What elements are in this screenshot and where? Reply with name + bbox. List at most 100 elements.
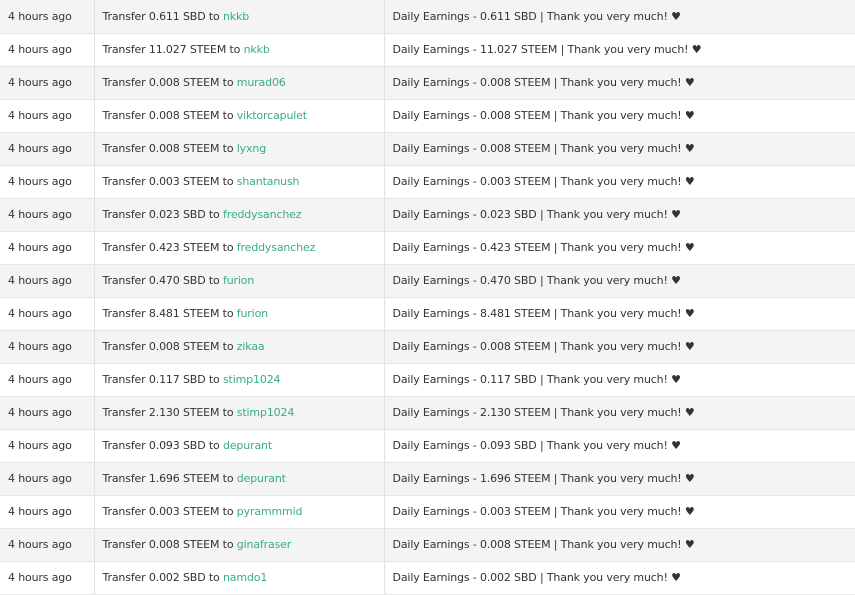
transfer-description: Transfer 0.008 STEEM to zikaa bbox=[94, 330, 385, 364]
memo: Daily Earnings - 0.003 STEEM | Thank you… bbox=[384, 165, 855, 199]
recipient-link[interactable]: stimp1024 bbox=[223, 373, 281, 386]
timestamp: 4 hours ago bbox=[0, 429, 95, 463]
table-row: 4 hours ago Transfer 0.008 STEEM to lyxng… bbox=[0, 132, 855, 166]
timestamp: 4 hours ago bbox=[0, 297, 95, 331]
table-row: 4 hours ago Transfer 0.423 STEEM to fredd… bbox=[0, 231, 855, 265]
recipient-link[interactable]: furion bbox=[237, 307, 268, 320]
timestamp: 4 hours ago bbox=[0, 495, 95, 529]
memo: Daily Earnings - 0.008 STEEM | Thank you… bbox=[384, 132, 855, 166]
table-row: 4 hours ago Transfer 8.481 STEEM to furio… bbox=[0, 297, 855, 331]
transfer-text: Transfer 0.023 SBD to bbox=[102, 208, 220, 221]
transfer-text: Transfer 0.611 SBD to bbox=[102, 9, 220, 23]
memo: Daily Earnings - 2.130 STEEM | Thank you… bbox=[384, 396, 855, 430]
transfer-description: Transfer 0.093 SBD to depurant bbox=[94, 429, 385, 463]
table-row: 4 hours ago Transfer 0.470 SBD to furion D… bbox=[0, 264, 855, 298]
memo: Daily Earnings - 0.008 STEEM | Thank you… bbox=[384, 99, 855, 133]
transfer-history-table: 4 hours ago Transfer 0.611 SBD to nkkb Dai… bbox=[0, 0, 855, 595]
transfer-description: Transfer 0.470 SBD to furion bbox=[94, 264, 385, 298]
timestamp: 4 hours ago bbox=[0, 99, 95, 133]
transfer-description: Transfer 0.023 SBD to freddysanchez bbox=[94, 198, 385, 232]
transfer-description: Transfer 11.027 STEEM to nkkb bbox=[94, 33, 385, 67]
memo: Daily Earnings - 0.002 SBD | Thank you v… bbox=[384, 561, 855, 595]
memo: Daily Earnings - 0.611 SBD | Thank you v… bbox=[384, 0, 855, 34]
table-row: 4 hours ago Transfer 0.611 SBD to nkkb Dai… bbox=[0, 0, 855, 34]
table-row: 4 hours ago Transfer 0.117 SBD to stimp10… bbox=[0, 363, 855, 397]
memo: Daily Earnings - 0.423 STEEM | Thank you… bbox=[384, 231, 855, 265]
timestamp: 4 hours ago bbox=[0, 264, 95, 298]
table-row: 4 hours ago Transfer 0.003 STEEM to shant… bbox=[0, 165, 855, 199]
transfer-text: Transfer 0.117 SBD to bbox=[102, 373, 220, 386]
timestamp: 4 hours ago bbox=[0, 198, 95, 232]
transfer-text: Transfer 0.093 SBD to bbox=[102, 439, 220, 452]
table-row: 4 hours ago Transfer 0.023 SBD to freddys… bbox=[0, 198, 855, 232]
recipient-link[interactable]: freddysanchez bbox=[237, 241, 316, 254]
timestamp: 4 hours ago bbox=[0, 330, 95, 364]
recipient-link[interactable]: ginafraser bbox=[237, 538, 292, 551]
transfer-text: Transfer 11.027 STEEM to bbox=[102, 43, 241, 56]
recipient-link[interactable]: depurant bbox=[237, 472, 286, 485]
memo: Daily Earnings - 0.008 STEEM | Thank you… bbox=[384, 66, 855, 100]
timestamp: 4 hours ago bbox=[0, 528, 95, 562]
table-row: 4 hours ago Transfer 0.008 STEEM to vikto… bbox=[0, 99, 855, 133]
recipient-link[interactable]: stimp1024 bbox=[237, 406, 295, 419]
recipient-link[interactable]: shantanush bbox=[237, 175, 300, 188]
timestamp: 4 hours ago bbox=[0, 363, 95, 397]
table-row: 4 hours ago Transfer 0.008 STEEM to ginaf… bbox=[0, 528, 855, 562]
memo: Daily Earnings - 0.008 STEEM | Thank you… bbox=[384, 528, 855, 562]
timestamp: 4 hours ago bbox=[0, 231, 95, 265]
transfer-description: Transfer 8.481 STEEM to furion bbox=[94, 297, 385, 331]
recipient-link[interactable]: namdo1 bbox=[223, 571, 267, 584]
memo: Daily Earnings - 0.117 SBD | Thank you v… bbox=[384, 363, 855, 397]
transfer-description: Transfer 0.117 SBD to stimp1024 bbox=[94, 363, 385, 397]
memo: Daily Earnings - 0.003 STEEM | Thank you… bbox=[384, 495, 855, 529]
recipient-link[interactable]: murad06 bbox=[237, 76, 286, 89]
memo: Daily Earnings - 0.023 SBD | Thank you v… bbox=[384, 198, 855, 232]
table-row: 4 hours ago Transfer 2.130 STEEM to stimp… bbox=[0, 396, 855, 430]
recipient-link[interactable]: freddysanchez bbox=[223, 208, 302, 221]
timestamp: 4 hours ago bbox=[0, 462, 95, 496]
table-row: 4 hours ago Transfer 11.027 STEEM to nkkb… bbox=[0, 33, 855, 67]
recipient-link[interactable]: viktorcapulet bbox=[237, 109, 307, 122]
transfer-text: Transfer 2.130 STEEM to bbox=[102, 406, 234, 419]
transfer-text: Transfer 0.470 SBD to bbox=[102, 274, 220, 287]
recipient-link[interactable]: depurant bbox=[223, 439, 272, 452]
table-row: 4 hours ago Transfer 0.008 STEEM to zikaa… bbox=[0, 330, 855, 364]
recipient-link[interactable]: pyrammmid bbox=[237, 505, 303, 518]
recipient-link[interactable]: furion bbox=[223, 274, 254, 287]
timestamp: 4 hours ago bbox=[0, 33, 95, 67]
transfer-text: Transfer 8.481 STEEM to bbox=[102, 307, 234, 320]
recipient-link[interactable]: lyxng bbox=[237, 142, 266, 155]
memo: Daily Earnings - 1.696 STEEM | Thank you… bbox=[384, 462, 855, 496]
transfer-description: Transfer 0.008 STEEM to viktorcapulet bbox=[94, 99, 385, 133]
timestamp: 4 hours ago bbox=[0, 66, 95, 100]
recipient-link[interactable]: nkkb bbox=[244, 43, 270, 56]
transfer-description: Transfer 0.008 STEEM to murad06 bbox=[94, 66, 385, 100]
table-row: 4 hours ago Transfer 0.002 SBD to namdo1 D… bbox=[0, 561, 855, 595]
transfer-description: Transfer 0.002 SBD to namdo1 bbox=[94, 561, 385, 595]
table-row: 4 hours ago Transfer 0.093 SBD to depuran… bbox=[0, 429, 855, 463]
transfer-description: Transfer 0.003 STEEM to shantanush bbox=[94, 165, 385, 199]
transfer-text: Transfer 0.003 STEEM to bbox=[102, 175, 234, 188]
timestamp: 4 hours ago bbox=[0, 132, 95, 166]
table-row: 4 hours ago Transfer 0.008 STEEM to murad… bbox=[0, 66, 855, 100]
transfer-description: Transfer 0.008 STEEM to lyxng bbox=[94, 132, 385, 166]
memo: Daily Earnings - 0.008 STEEM | Thank you… bbox=[384, 330, 855, 364]
transfer-description: Transfer 0.003 STEEM to pyrammmid bbox=[94, 495, 385, 529]
table-row: 4 hours ago Transfer 1.696 STEEM to depur… bbox=[0, 462, 855, 496]
memo: Daily Earnings - 0.470 SBD | Thank you v… bbox=[384, 264, 855, 298]
transfer-text: Transfer 0.008 STEEM to bbox=[102, 142, 234, 155]
transfer-description: Transfer 1.696 STEEM to depurant bbox=[94, 462, 385, 496]
transfer-description: Transfer 2.130 STEEM to stimp1024 bbox=[94, 396, 385, 430]
table-row: 4 hours ago Transfer 0.003 STEEM to pyram… bbox=[0, 495, 855, 529]
transfer-text: Transfer 0.008 STEEM to bbox=[102, 76, 234, 89]
timestamp: 4 hours ago bbox=[0, 561, 95, 595]
recipient-link[interactable]: nkkb bbox=[223, 10, 249, 23]
memo: Daily Earnings - 8.481 STEEM | Thank you… bbox=[384, 297, 855, 331]
transfer-text: Transfer 0.008 STEEM to bbox=[102, 538, 234, 551]
recipient-link[interactable]: zikaa bbox=[237, 340, 265, 353]
transfer-text: Transfer 0.008 STEEM to bbox=[102, 109, 234, 122]
timestamp: 4 hours ago bbox=[0, 0, 95, 34]
transfer-description: Transfer 0.423 STEEM to freddysanchez bbox=[94, 231, 385, 265]
transfer-text: Transfer 0.008 STEEM to bbox=[102, 340, 234, 353]
memo: Daily Earnings - 0.093 SBD | Thank you v… bbox=[384, 429, 855, 463]
